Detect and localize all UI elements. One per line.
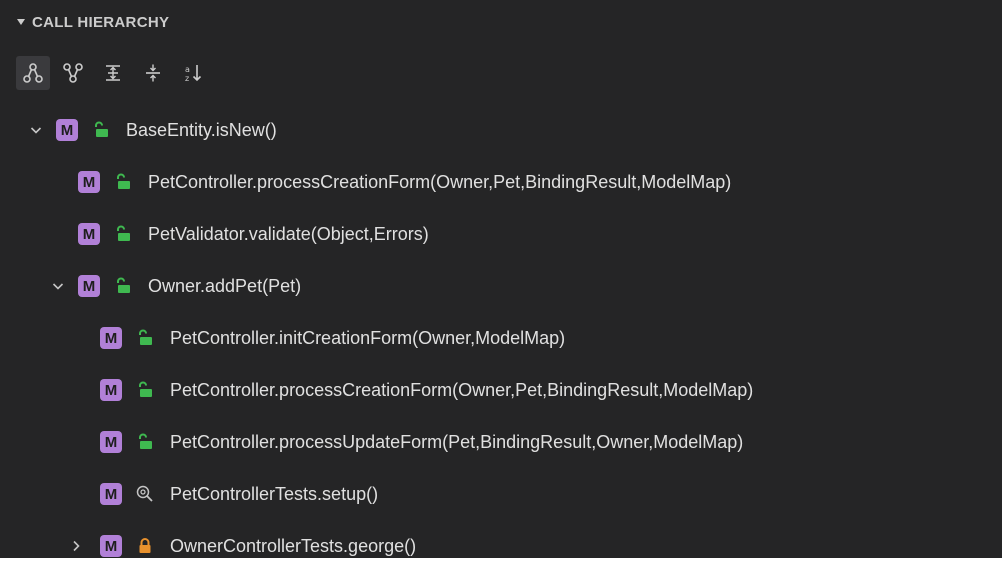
tree-item-label: PetValidator.validate(Object,Errors) — [148, 223, 429, 244]
method-icon: M — [100, 431, 122, 453]
public-lock-icon — [112, 275, 134, 297]
tree-item-label: PetControllerTests.setup() — [170, 483, 379, 504]
sort-button[interactable]: a z — [176, 56, 210, 90]
sort-icon: a z — [185, 65, 202, 83]
method-icon: M — [100, 379, 122, 401]
tree-item[interactable]: M PetValidator.validate(Object,Errors) — [0, 208, 1006, 260]
method-icon: M — [56, 119, 78, 141]
call-hierarchy-outgoing-icon — [63, 63, 83, 83]
public-lock-icon — [112, 171, 134, 193]
tree-item[interactable]: M BaseEntity.isNew() — [0, 104, 1006, 156]
chevron-right-icon[interactable] — [66, 536, 86, 556]
expand-all-icon — [106, 65, 120, 81]
public-lock-icon — [134, 431, 156, 453]
public-lock-icon — [90, 119, 112, 141]
expand-all-button[interactable] — [96, 56, 130, 90]
method-icon: M — [78, 223, 100, 245]
tree-item-label: PetController.processCreationForm(Owner,… — [148, 171, 732, 192]
show-outgoing-calls-button[interactable] — [56, 56, 90, 90]
public-lock-icon — [112, 223, 134, 245]
panel-header[interactable]: CALL HIERARCHY — [0, 0, 1002, 44]
tree-item-label: Owner.addPet(Pet) — [148, 275, 302, 296]
tree-item[interactable]: M Owner.addPet(Pet) — [0, 260, 1006, 312]
svg-text:z: z — [185, 74, 189, 83]
public-lock-icon — [134, 379, 156, 401]
call-hierarchy-incoming-icon — [23, 63, 43, 83]
private-lock-icon — [134, 535, 156, 557]
method-icon: M — [100, 327, 122, 349]
method-icon: M — [100, 535, 122, 557]
collapse-all-icon — [146, 64, 160, 82]
method-icon: M — [78, 171, 100, 193]
show-incoming-calls-button[interactable] — [16, 56, 50, 90]
collapse-all-button[interactable] — [136, 56, 170, 90]
tree-item-label: PetController.processUpdateForm(Pet,Bind… — [170, 431, 744, 452]
tree-item[interactable]: M PetController.processUpdateForm(Pet,Bi… — [0, 416, 1006, 468]
chevron-down-icon[interactable] — [16, 17, 26, 27]
public-lock-icon — [134, 327, 156, 349]
tree-item[interactable]: M PetController.processCreationForm(Owne… — [0, 156, 1006, 208]
chevron-down-icon[interactable] — [48, 276, 68, 296]
tree-item-label: OwnerControllerTests.george() — [170, 535, 417, 556]
tree-item[interactable]: M PetController.initCreationForm(Owner,M… — [0, 312, 1006, 364]
tree-item-label: PetController.processCreationForm(Owner,… — [170, 379, 754, 400]
method-icon: M — [78, 275, 100, 297]
method-icon: M — [100, 483, 122, 505]
test-search-icon — [134, 483, 156, 505]
panel-title: CALL HIERARCHY — [32, 13, 170, 31]
chevron-down-icon[interactable] — [26, 120, 46, 140]
tree-item[interactable]: M PetController.processCreationForm(Owne… — [0, 364, 1006, 416]
toolbar: a z — [16, 56, 216, 90]
tree-item-label: BaseEntity.isNew() — [126, 119, 277, 140]
tree-item-label: PetController.initCreationForm(Owner,Mod… — [170, 327, 566, 348]
svg-text:a: a — [185, 65, 190, 74]
tree-item[interactable]: M OwnerControllerTests.george() — [0, 520, 1006, 572]
call-hierarchy-panel: CALL HIERARCHY a z M BaseEntity.isNew() … — [0, 0, 1006, 560]
tree-item[interactable]: M PetControllerTests.setup() — [0, 468, 1006, 520]
